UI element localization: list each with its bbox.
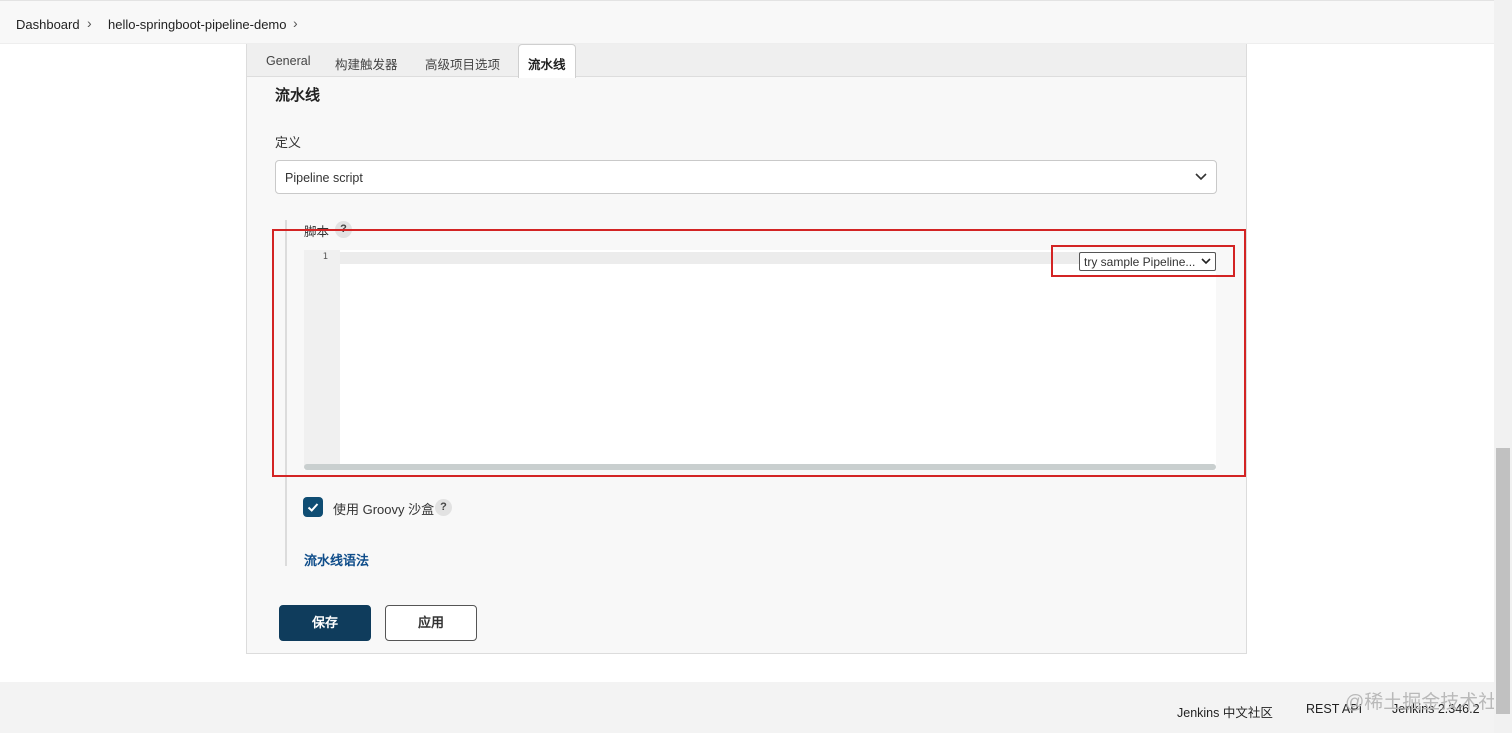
section-title: 流水线 [275,87,321,104]
checkmark-icon [307,503,319,512]
tab-pipeline[interactable]: 流水线 [518,44,576,78]
chevron-right-icon[interactable]: › [293,15,298,31]
tab-build-triggers[interactable]: 构建触发器 [335,54,398,73]
watermark: @稀土掘金技术社区 [1345,692,1512,713]
script-editor[interactable]: 1 [304,250,1216,470]
definition-label: 定义 [275,135,302,150]
groovy-sandbox-checkbox[interactable] [303,497,323,517]
apply-button[interactable]: 应用 [385,605,477,641]
pipeline-syntax-link[interactable]: 流水线语法 [304,550,369,569]
indent-rule [285,220,287,566]
tab-general[interactable]: General [266,54,310,68]
sample-select-value: try sample Pipeline... [1084,255,1196,269]
chevron-right-icon[interactable]: › [87,15,92,31]
script-label: 脚本 [304,225,330,239]
line-number: 1 [322,252,328,262]
groovy-sandbox-label: 使用 Groovy 沙盒 [333,502,435,517]
breadcrumb-dashboard[interactable]: Dashboard [16,17,80,32]
editor-scrollbar[interactable] [304,464,1216,470]
breadcrumb: Dashboard › hello-springboot-pipeline-de… [0,0,1512,44]
footer: Jenkins 中文社区 REST API Jenkins 2.346.2 [0,682,1512,733]
chevron-down-icon [1201,258,1211,265]
editor-gutter: 1 [304,250,340,466]
definition-select-value: Pipeline script [285,171,363,185]
page-scrollbar-thumb[interactable] [1496,448,1510,714]
definition-select[interactable]: Pipeline script [275,160,1217,194]
footer-community-link[interactable]: Jenkins 中文社区 [1177,702,1273,721]
tab-strip: General 构建触发器 高级项目选项 流水线 [247,44,1246,78]
tab-advanced-options[interactable]: 高级项目选项 [425,54,500,73]
chevron-down-icon [1195,173,1207,181]
help-icon[interactable]: ? [435,499,452,516]
save-button[interactable]: 保存 [279,605,371,641]
breadcrumb-job[interactable]: hello-springboot-pipeline-demo [108,17,287,32]
sample-pipeline-select[interactable]: try sample Pipeline... [1079,252,1216,271]
help-icon[interactable]: ? [335,221,352,238]
